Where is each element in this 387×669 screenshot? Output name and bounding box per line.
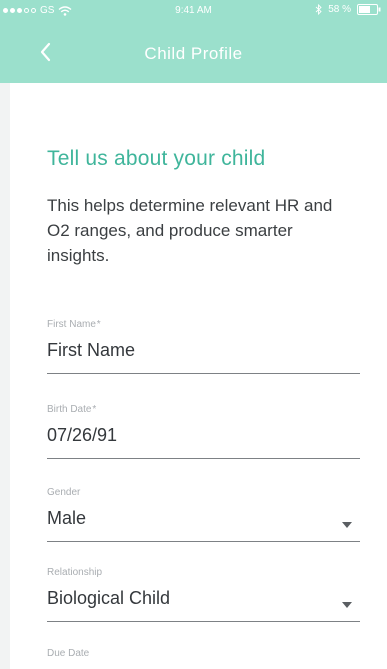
battery-icon (357, 4, 381, 15)
caret-down-icon[interactable] (342, 522, 352, 528)
first-name-input[interactable]: First Name (47, 340, 360, 364)
gender-select[interactable]: Male (47, 508, 360, 532)
birth-date-field[interactable]: Birth Date * 07/26/91 (47, 404, 360, 459)
status-right: 58 % (315, 4, 381, 15)
header: GS 9:41 AM 58 % Child Profile (0, 0, 387, 83)
relationship-field[interactable]: Relationship Biological Child (47, 567, 360, 622)
relationship-select[interactable]: Biological Child (47, 588, 360, 612)
bluetooth-icon (315, 4, 322, 15)
profile-form-card: Tell us about your child This helps dete… (10, 83, 387, 669)
field-label: First Name * (47, 319, 101, 330)
field-underline (47, 621, 360, 622)
due-date-field[interactable]: Due Date (47, 648, 360, 661)
page-title: Child Profile (144, 44, 243, 63)
battery-percent: 58 % (328, 4, 351, 15)
first-name-field[interactable]: First Name * First Name (47, 319, 360, 374)
field-underline (47, 541, 360, 542)
birth-date-input[interactable]: 07/26/91 (47, 425, 360, 449)
field-underline (47, 373, 360, 374)
caret-down-icon[interactable] (342, 602, 352, 608)
status-bar: GS 9:41 AM 58 % (0, 0, 387, 22)
field-underline (47, 458, 360, 459)
field-label: Due Date (47, 648, 90, 659)
gender-field[interactable]: Gender Male (47, 487, 360, 542)
form-intro: This helps determine relevant HR and O2 … (47, 196, 333, 265)
field-label: Relationship (47, 567, 103, 578)
field-label: Gender (47, 487, 81, 498)
field-label: Birth Date * (47, 404, 97, 415)
form-heading: Tell us about your child (47, 147, 266, 170)
navigation-bar: Child Profile (0, 22, 387, 83)
